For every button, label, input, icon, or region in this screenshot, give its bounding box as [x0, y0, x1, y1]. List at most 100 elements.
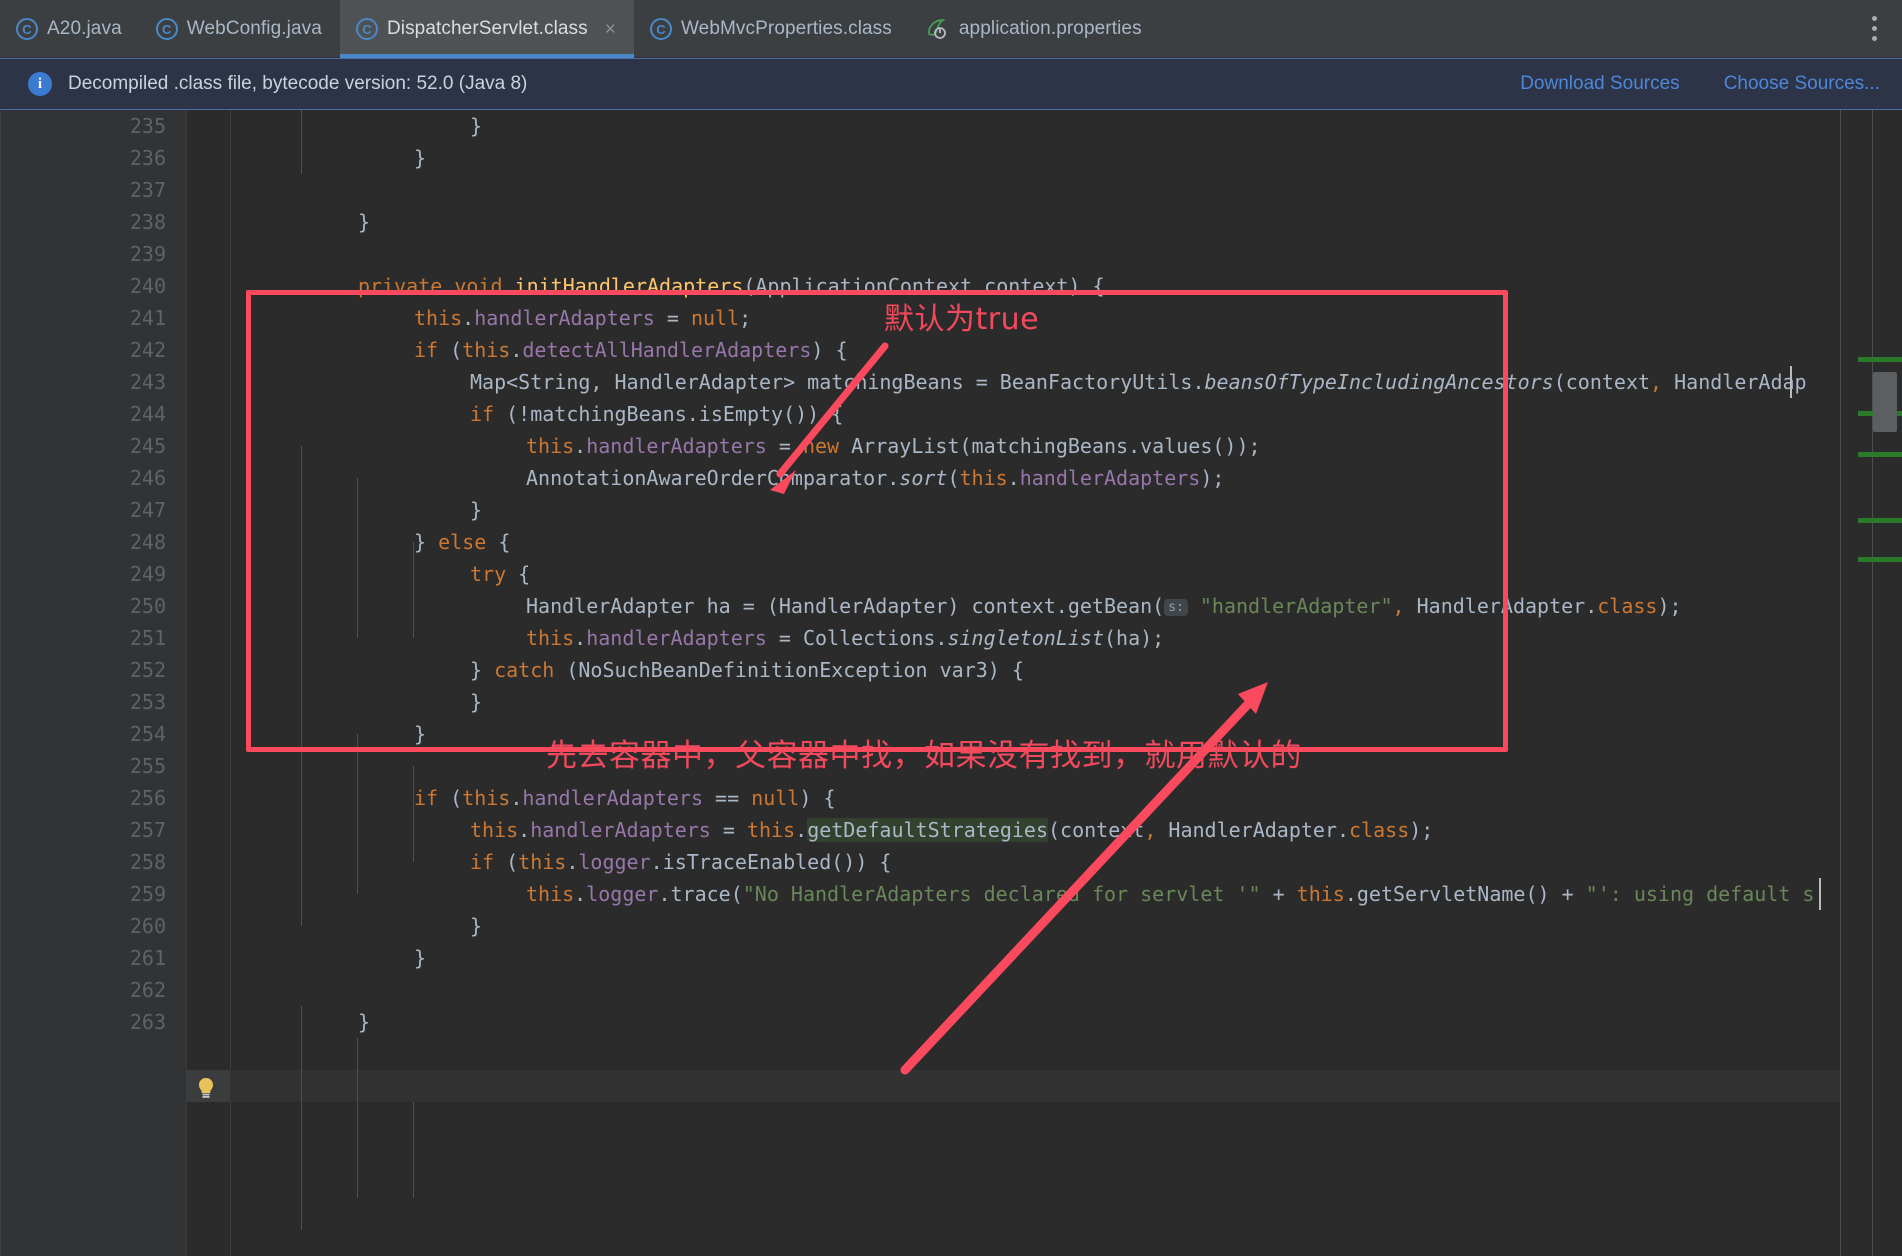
annotation-label-default-true: 默认为true: [884, 302, 1040, 337]
vcs-change-marker[interactable]: [1858, 357, 1902, 362]
code-line[interactable]: 256 if (this.handlerAdapters == null) {: [0, 782, 1902, 814]
java-class-icon: C: [355, 18, 378, 40]
line-number: 235: [129, 114, 166, 138]
code-line[interactable]: 246 AnnotationAwareOrderComparator.sort(…: [0, 462, 1902, 494]
line-number: 256: [129, 786, 166, 810]
line-code: if (this.handlerAdapters == null) {: [414, 786, 836, 810]
line-code: this.logger.trace("No HandlerAdapters de…: [526, 882, 1815, 906]
spring-boot-icon: [926, 18, 950, 40]
more-options-icon[interactable]: [1846, 0, 1902, 57]
line-number: 259: [129, 882, 166, 906]
code-line[interactable]: 259 this.logger.trace("No HandlerAdapter…: [0, 878, 1902, 910]
line-number: 250: [129, 594, 166, 618]
line-number: 260: [129, 914, 166, 938]
tab-label: A20.java: [47, 18, 122, 39]
line-code: }: [414, 946, 427, 970]
line-number: 261: [129, 946, 166, 970]
code-line[interactable]: 260 }: [0, 910, 1902, 942]
tab-webconfig-java[interactable]: C WebConfig.java: [140, 0, 340, 58]
line-number: 244: [129, 402, 166, 426]
editor-right-gutter[interactable]: [1840, 110, 1902, 1256]
tab-label: application.properties: [958, 18, 1142, 39]
usage-highlight: getDefaultStrategies: [807, 818, 1049, 842]
line-code: }: [470, 114, 483, 138]
code-line[interactable]: 257 this.handlerAdapters = this.getDefau…: [0, 814, 1902, 846]
code-line[interactable]: 247 }: [0, 494, 1902, 526]
tab-dispatcherservlet-class[interactable]: C DispatcherServlet.class ×: [339, 0, 634, 58]
vertical-scrollbar-thumb[interactable]: [1873, 372, 1897, 432]
code-line[interactable]: 239: [0, 238, 1902, 270]
code-line[interactable]: 242 if (this.detectAllHandlerAdapters) {: [0, 334, 1902, 366]
code-lines[interactable]: 235 } 236 } 237 238 } 239 240 private vo…: [0, 110, 1902, 1256]
code-line[interactable]: 262: [0, 974, 1902, 1006]
line-number: 240: [129, 274, 166, 298]
java-class-icon: C: [155, 18, 178, 40]
code-line[interactable]: 244 if (!matchingBeans.isEmpty()) {: [0, 398, 1902, 430]
line-number: 242: [129, 338, 166, 362]
code-line[interactable]: 235 }: [0, 110, 1902, 142]
line-code: }: [414, 722, 427, 746]
annotation-label-container-lookup: 先去容器中，父容器中找，如果没有找到，就用默认的: [546, 738, 1302, 774]
line-number: 263: [129, 1010, 166, 1034]
line-code: }: [470, 690, 483, 714]
vcs-change-marker[interactable]: [1858, 518, 1902, 523]
code-line[interactable]: 250 HandlerAdapter ha = (HandlerAdapter)…: [0, 590, 1902, 622]
code-line[interactable]: 261 }: [0, 942, 1902, 974]
line-code: }: [358, 210, 371, 234]
code-line[interactable]: 238 }: [0, 206, 1902, 238]
text-caret: [1790, 366, 1792, 398]
parameter-hint: s:: [1164, 599, 1188, 616]
code-line[interactable]: 258 if (this.logger.isTraceEnabled()) {: [0, 846, 1902, 878]
tab-label: WebMvcProperties.class: [680, 18, 892, 39]
tab-label: WebConfig.java: [186, 18, 322, 39]
line-code: if (this.detectAllHandlerAdapters) {: [414, 338, 848, 362]
line-code: HandlerAdapter ha = (HandlerAdapter) con…: [526, 594, 1682, 618]
choose-sources-link[interactable]: Choose Sources...: [1724, 73, 1880, 95]
code-line[interactable]: 248 } else {: [0, 526, 1902, 558]
dot: [1871, 26, 1877, 31]
line-number: 252: [129, 658, 166, 682]
dot: [1871, 36, 1877, 41]
line-number: 246: [129, 466, 166, 490]
line-number: 237: [129, 178, 166, 202]
code-line[interactable]: 237: [0, 174, 1902, 206]
java-class-icon: C: [649, 18, 672, 40]
line-code: AnnotationAwareOrderComparator.sort(this…: [526, 466, 1225, 490]
code-line[interactable]: 263 }: [0, 1006, 1902, 1038]
line-code: }: [414, 146, 427, 170]
line-number: 257: [129, 818, 166, 842]
line-number: 239: [129, 242, 166, 266]
code-line[interactable]: 249 try {: [0, 558, 1902, 590]
line-code: if (!matchingBeans.isEmpty()) {: [470, 402, 844, 426]
code-line[interactable]: 252 } catch (NoSuchBeanDefinitionExcepti…: [0, 654, 1902, 686]
tab-a20-java[interactable]: C A20.java: [0, 0, 140, 58]
code-line[interactable]: 251 this.handlerAdapters = Collections.s…: [0, 622, 1902, 654]
line-code: } else {: [414, 530, 511, 554]
line-number: 236: [129, 146, 166, 170]
code-line[interactable]: 236 }: [0, 142, 1902, 174]
text-caret: [1819, 878, 1821, 910]
download-sources-link[interactable]: Download Sources: [1520, 73, 1679, 95]
dot: [1871, 16, 1877, 21]
code-line[interactable]: 243 Map<String, HandlerAdapter> matching…: [0, 366, 1902, 398]
tab-application-properties[interactable]: application.properties: [910, 0, 1160, 58]
line-number: 248: [129, 530, 166, 554]
tab-webmvcproperties-class[interactable]: C WebMvcProperties.class: [634, 0, 910, 58]
editor-tab-bar: C A20.java C WebConfig.java C Dispatcher…: [0, 0, 1902, 58]
line-number: 249: [129, 562, 166, 586]
ide-window: C A20.java C WebConfig.java C Dispatcher…: [0, 0, 1902, 1256]
line-code: }: [470, 914, 483, 938]
line-code: this.handlerAdapters = this.getDefaultSt…: [470, 818, 1434, 842]
close-icon[interactable]: ×: [605, 20, 616, 39]
code-line[interactable]: 245 this.handlerAdapters = new ArrayList…: [0, 430, 1902, 462]
line-code: this.handlerAdapters = null;: [414, 306, 752, 330]
code-line[interactable]: 253 }: [0, 686, 1902, 718]
line-number: 254: [129, 722, 166, 746]
line-number: 243: [129, 370, 166, 394]
vcs-change-marker[interactable]: [1858, 452, 1902, 457]
line-code: } catch (NoSuchBeanDefinitionException v…: [470, 658, 1024, 682]
code-editor[interactable]: 235 } 236 } 237 238 } 239 240 private vo…: [0, 110, 1902, 1256]
info-icon: i: [28, 72, 52, 96]
line-code: try {: [470, 562, 531, 586]
vcs-change-marker[interactable]: [1858, 557, 1902, 562]
